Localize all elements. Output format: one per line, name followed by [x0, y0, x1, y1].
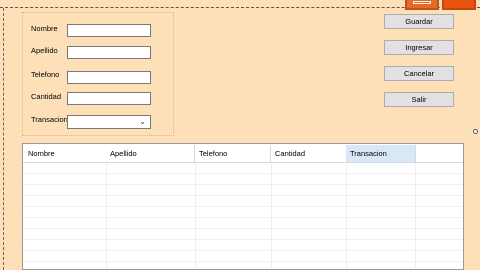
column-header-cantidad[interactable]: Cantidad	[271, 145, 347, 162]
row-divider	[23, 261, 463, 262]
row-divider	[23, 217, 463, 218]
column-header-transacion[interactable]: Transacion	[346, 145, 416, 162]
telefono-input[interactable]	[67, 71, 151, 84]
label-transacion: Transacion	[31, 115, 68, 124]
row-divider	[23, 195, 463, 196]
label-nombre: Nombre	[31, 24, 58, 33]
row-divider	[23, 206, 463, 207]
column-divider	[346, 162, 347, 269]
nombre-input[interactable]	[67, 24, 151, 37]
data-grid[interactable]: Nombre Apellido Telefono Cantidad Transa…	[22, 143, 464, 270]
apellido-input[interactable]	[67, 46, 151, 59]
column-header-telefono[interactable]: Telefono	[195, 145, 271, 162]
header-divider	[23, 162, 463, 163]
restore-icon[interactable]	[405, 0, 439, 10]
row-divider	[23, 173, 463, 174]
row-divider	[23, 239, 463, 240]
transacion-select[interactable]: ⌄	[67, 115, 151, 129]
label-cantidad: Cantidad	[31, 92, 62, 101]
row-divider	[23, 184, 463, 185]
exit-button[interactable]: Salir	[384, 92, 454, 107]
enter-button[interactable]: Ingresar	[384, 40, 454, 55]
label-apellido: Apellido	[31, 46, 58, 55]
column-divider	[195, 162, 196, 269]
column-header-apellido[interactable]: Apellido	[106, 145, 195, 162]
cancel-button[interactable]: Cancelar	[384, 66, 454, 81]
label-telefono: Telefono	[31, 70, 60, 79]
resize-handle[interactable]	[473, 129, 478, 134]
designer-selection-left	[0, 8, 4, 270]
row-divider	[23, 228, 463, 229]
save-button[interactable]: Guardar	[384, 14, 454, 29]
column-header-nombre[interactable]: Nombre	[24, 145, 107, 162]
column-divider	[106, 162, 107, 269]
cantidad-input[interactable]	[67, 92, 151, 105]
row-divider	[23, 250, 463, 251]
chevron-down-icon[interactable]: ⌄	[139, 116, 146, 128]
close-icon[interactable]	[442, 0, 476, 10]
column-divider	[271, 162, 272, 269]
column-divider	[415, 162, 416, 269]
